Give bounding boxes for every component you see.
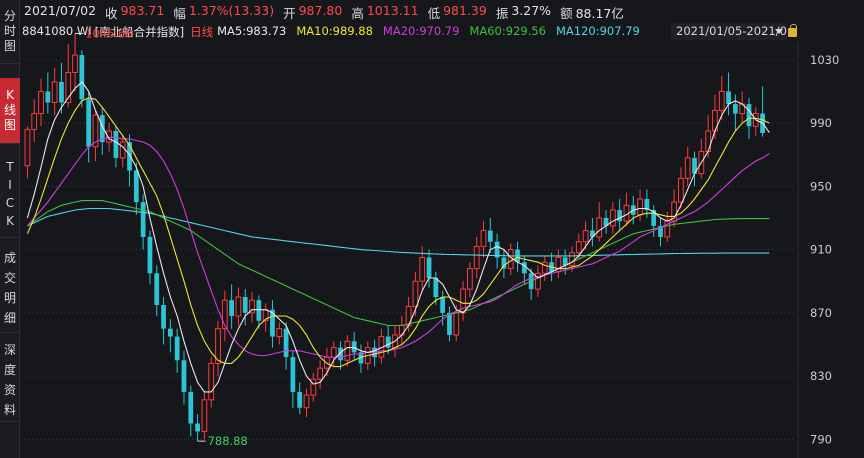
candle-body-up	[72, 54, 78, 73]
y-tick-label: 870	[810, 306, 832, 320]
candle-body-down	[487, 230, 493, 242]
candle-body-down	[161, 304, 166, 329]
candle-body-up	[609, 209, 616, 227]
candle-body-up	[317, 367, 324, 380]
candle-body-down	[440, 297, 446, 313]
candle-body-down	[617, 210, 623, 222]
kline-chart[interactable]: 1030 990 950 910 870 830 790 1046.68 788.88	[0, 0, 864, 458]
candle-body-up	[637, 198, 643, 216]
candle-body-down	[732, 104, 738, 114]
y-tick-label: 1030	[810, 53, 839, 67]
candle-body-down	[521, 262, 527, 274]
candle-body-up	[119, 141, 126, 159]
candle-body-up	[38, 90, 44, 115]
candle-body-up	[480, 230, 487, 247]
candle-body-down	[79, 55, 85, 100]
candle-body-down	[188, 391, 194, 424]
candle-body-up	[208, 362, 215, 401]
candle-body-down	[154, 273, 160, 305]
y-tick-label: 830	[810, 369, 832, 383]
candle-body-down	[147, 236, 153, 274]
y-tick-label: 910	[810, 243, 832, 257]
candle-body-up	[718, 90, 725, 111]
candle-body-down	[385, 336, 391, 348]
candle-body-up	[596, 217, 603, 238]
y-tick-label: 790	[810, 432, 832, 446]
candle-body-down	[242, 297, 248, 313]
candle-body-down	[746, 104, 752, 127]
candle-body-up	[412, 280, 419, 308]
ma60-line	[27, 200, 770, 327]
candle-body-up	[684, 157, 691, 179]
candle-body-down	[167, 328, 173, 337]
candle-body-up	[419, 256, 426, 282]
candle-body-up	[582, 230, 589, 243]
low-annotation-label: 788.88	[208, 434, 248, 448]
candle-body-up	[678, 177, 684, 203]
candle-body-up	[466, 268, 473, 290]
y-tick-label: 990	[810, 116, 832, 130]
candle-body-down	[426, 257, 432, 279]
candle-body-up	[24, 128, 31, 167]
candle-body-up	[344, 340, 351, 361]
candle-body-down	[256, 300, 262, 321]
ma5-line	[26, 81, 770, 393]
candle-body-up	[330, 347, 337, 358]
ma20-line	[26, 136, 770, 358]
candle-body-up	[51, 81, 58, 104]
candle-body-up	[453, 312, 460, 336]
candle-body-up	[276, 328, 283, 338]
candle-body-down	[174, 336, 180, 361]
candle-body-down	[86, 99, 92, 147]
candle-body-up	[705, 130, 712, 153]
candle-body-down	[140, 202, 146, 237]
candle-body-down	[290, 357, 296, 392]
candle-body-down	[726, 91, 731, 105]
candle-body-up	[575, 241, 582, 254]
candle-body-up	[235, 296, 242, 317]
ma10-line	[26, 97, 770, 368]
candle-body-down	[59, 81, 64, 103]
candle-body-down	[229, 300, 235, 316]
candle-body-down	[45, 91, 51, 103]
candle-body-down	[133, 170, 139, 203]
candle-body-up	[473, 245, 480, 270]
candle-body-down	[181, 360, 187, 392]
candle-body-up	[541, 261, 548, 274]
candle-body-down	[283, 328, 289, 358]
candle-body-up	[303, 394, 310, 409]
candle-body-up	[201, 399, 208, 432]
candle-body-down	[351, 341, 357, 353]
candle-body-down	[433, 278, 439, 298]
candle-body-down	[297, 391, 303, 408]
candle-body-up	[324, 356, 330, 369]
y-tick-label: 950	[810, 179, 832, 193]
high-annotation-label: 1046.68	[85, 26, 133, 40]
candle-body-down	[195, 423, 200, 432]
candle-body-up	[31, 113, 38, 130]
candle-body-down	[113, 130, 119, 158]
